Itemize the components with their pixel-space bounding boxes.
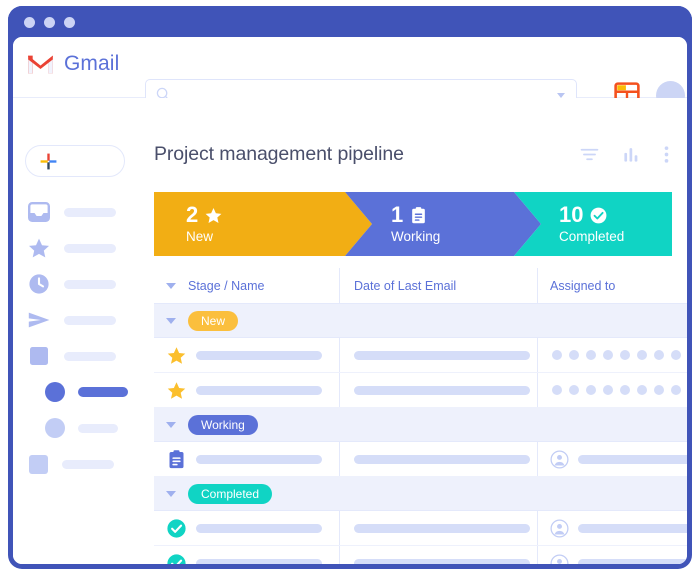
pipeline-stages: 2 New 1 [154, 192, 672, 256]
sidebar-item-label [64, 316, 116, 325]
gmail-m-envelope-icon [26, 53, 55, 76]
avatar [550, 450, 569, 469]
sidebar [13, 98, 135, 564]
compose-button[interactable] [25, 145, 125, 177]
stage-count: 1 [391, 204, 403, 226]
status-badge: Completed [188, 484, 272, 504]
caret-down-icon[interactable] [166, 491, 176, 497]
row-date-placeholder [354, 455, 530, 464]
sidebar-item-label-square[interactable] [27, 452, 114, 476]
table-row[interactable] [154, 338, 687, 373]
table-header-row: Stage / Name Date of Last Email Assigned… [154, 268, 687, 304]
row-name-placeholder [196, 524, 322, 533]
sidebar-item-label-active[interactable] [45, 380, 128, 404]
row-name-placeholder [196, 559, 322, 565]
application-window: Gmail [8, 6, 692, 569]
table-group-header-completed[interactable]: Completed [154, 477, 687, 511]
traffic-light-buttons [24, 17, 75, 28]
sidebar-item-label [78, 424, 118, 433]
star-icon [204, 206, 223, 225]
row-assigned-placeholder [578, 524, 687, 533]
row-assigned-dots [552, 350, 687, 360]
gmail-brand[interactable]: Gmail [26, 52, 119, 76]
status-badge: New [188, 311, 238, 331]
sidebar-item-label-secondary[interactable] [45, 416, 118, 440]
label-square-icon [29, 455, 48, 474]
table-row[interactable] [154, 546, 687, 564]
row-name-placeholder [196, 386, 322, 395]
window-titlebar [8, 6, 692, 37]
caret-down-icon[interactable] [166, 283, 176, 289]
row-date-placeholder [354, 351, 530, 360]
row-date-placeholder [354, 386, 530, 395]
clipboard-icon [166, 449, 187, 470]
check-circle-icon [589, 206, 608, 225]
send-icon [27, 308, 51, 332]
stage-count: 2 [186, 204, 198, 226]
status-badge: Working [188, 415, 258, 435]
pipeline-stage-new[interactable]: 2 New [154, 192, 372, 256]
row-assigned-dots [552, 385, 687, 395]
label-circle-active-icon [45, 382, 65, 402]
check-circle-icon [166, 518, 187, 539]
table-group-header-working[interactable]: Working [154, 408, 687, 442]
page-title: Project management pipeline [154, 143, 404, 166]
sidebar-item-label [62, 460, 114, 469]
table-row[interactable] [154, 511, 687, 546]
row-name-placeholder [196, 455, 322, 464]
label-circle-icon [45, 418, 65, 438]
sidebar-item-snoozed[interactable] [27, 272, 116, 296]
sidebar-item-inbox[interactable] [27, 200, 116, 224]
plus-icon [39, 152, 58, 171]
sidebar-item-label [64, 352, 116, 361]
row-name-placeholder [196, 351, 322, 360]
gmail-header-bar: Gmail [13, 37, 687, 98]
archive-icon [27, 344, 51, 368]
row-date-placeholder [354, 559, 530, 565]
sidebar-item-starred[interactable] [27, 236, 116, 260]
clock-icon [27, 272, 51, 296]
minimize-window-button[interactable] [44, 17, 55, 28]
window-body: Gmail [13, 37, 687, 564]
close-window-button[interactable] [24, 17, 35, 28]
caret-down-icon[interactable] [166, 422, 176, 428]
pipeline-stage-working[interactable]: 1 Working [345, 192, 541, 256]
stage-label: Completed [559, 230, 687, 244]
check-circle-icon [166, 553, 187, 565]
maximize-window-button[interactable] [64, 17, 75, 28]
gmail-wordmark: Gmail [64, 52, 119, 76]
clipboard-icon [409, 206, 428, 225]
chart-icon[interactable] [622, 145, 641, 164]
table-row[interactable] [154, 373, 687, 408]
table-group-header-new[interactable]: New [154, 304, 687, 338]
stage-count: 10 [559, 204, 583, 226]
row-assigned-placeholder [578, 559, 687, 565]
title-actions [580, 145, 669, 164]
sidebar-item-sent[interactable] [27, 308, 116, 332]
avatar [550, 554, 569, 565]
pipeline-table: Stage / Name Date of Last Email Assigned… [154, 268, 687, 564]
sidebar-item-archive[interactable] [27, 344, 116, 368]
row-date-placeholder [354, 524, 530, 533]
sidebar-item-label [64, 208, 116, 217]
star-icon [166, 345, 187, 366]
table-row[interactable] [154, 442, 687, 477]
main-content: Project management pipeline [135, 98, 687, 564]
column-header-stage-name[interactable]: Stage / Name [188, 279, 264, 293]
column-header-date-last-email[interactable]: Date of Last Email [354, 279, 456, 293]
sidebar-item-label [64, 244, 116, 253]
star-icon [166, 380, 187, 401]
more-vertical-icon[interactable] [664, 145, 669, 164]
avatar [550, 519, 569, 538]
filter-icon[interactable] [580, 145, 599, 164]
caret-down-icon[interactable] [166, 318, 176, 324]
sidebar-item-label [64, 280, 116, 289]
row-assigned-placeholder [578, 455, 687, 464]
star-icon [27, 236, 51, 260]
column-header-assigned-to[interactable]: Assigned to [550, 279, 615, 293]
sidebar-item-label [78, 387, 128, 397]
inbox-icon [27, 200, 51, 224]
